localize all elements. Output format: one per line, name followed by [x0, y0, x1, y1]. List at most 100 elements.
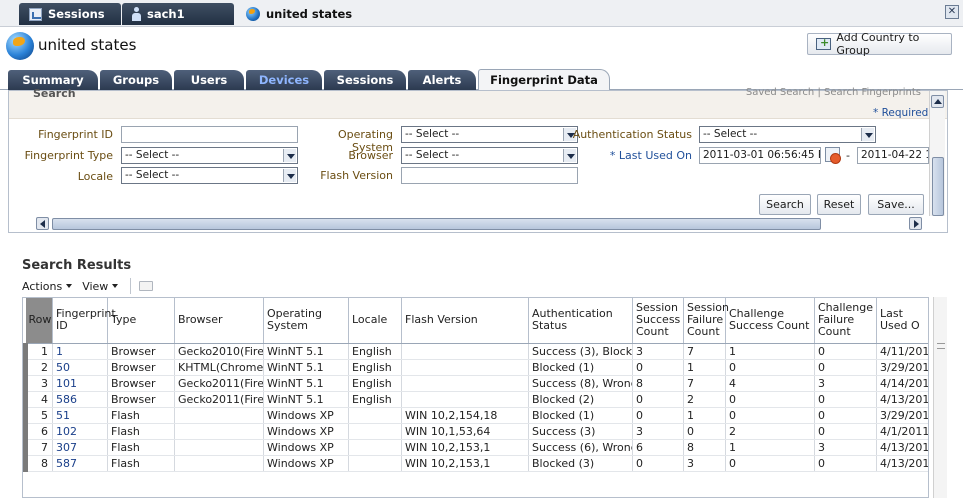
search-panel-horizontal-scrollbar[interactable] [35, 216, 925, 232]
chevron-down-icon [283, 149, 296, 162]
table-row[interactable]: 250BrowserKHTML(Chrome10WinNT 5.1English… [23, 359, 928, 376]
scroll-up-icon[interactable] [931, 95, 944, 108]
date-range-separator: - [846, 149, 850, 162]
column-header[interactable]: Locale [348, 298, 402, 344]
table-row[interactable]: 11BrowserGecko2010(FirefoWinNT 5.1Englis… [23, 343, 928, 360]
tab-alerts[interactable]: Alerts [408, 70, 476, 90]
table-row[interactable]: 8 587 Flash Windows XP WIN 10,2,153,1 Blocked… [23, 455, 928, 472]
flash-version-label: Flash Version [320, 169, 393, 182]
top-tab-country[interactable]: united states [236, 3, 366, 25]
locale-select[interactable]: -- Select -- [121, 167, 298, 184]
table-cell: 0 [814, 391, 877, 408]
table-cell: WinNT 5.1 [263, 375, 349, 392]
search-section-label: Search [33, 87, 76, 100]
top-tab-sessions[interactable]: Sessions [19, 3, 121, 25]
top-tab-user[interactable]: sach1 [122, 3, 234, 25]
tab-sessions[interactable]: Sessions [324, 70, 406, 90]
select-value: -- Select -- [405, 149, 460, 161]
table-cell: 1 [725, 439, 815, 456]
column-header-row[interactable]: Row [25, 298, 53, 344]
fingerprint-id-link[interactable]: 51 [52, 407, 108, 424]
tab-groups[interactable]: Groups [100, 70, 172, 90]
column-header[interactable]: Session Success Count [632, 298, 684, 344]
table-cell [174, 439, 264, 456]
scroll-thumb[interactable] [52, 218, 821, 230]
fingerprint-id-link[interactable]: 307 [52, 439, 108, 456]
actions-menu[interactable]: Actions [22, 280, 73, 293]
folder-icon[interactable] [139, 281, 154, 291]
browser-label: Browser [348, 149, 393, 162]
fingerprint-type-label: Fingerprint Type [24, 149, 113, 162]
authentication-status-select[interactable]: -- Select -- [699, 126, 876, 143]
save-button[interactable]: Save... [868, 194, 924, 215]
scroll-grip[interactable] [937, 343, 945, 349]
last-used-from-input[interactable]: 2011-03-01 06:56:45 PM [699, 147, 821, 164]
locale-label: Locale [77, 170, 113, 183]
table-row[interactable]: 5 51 Flash Windows XP WIN 10,2,154,18 Blocked… [23, 407, 928, 424]
column-header[interactable]: Fingerprint ID [52, 298, 116, 344]
table-cell: Flash [107, 423, 175, 440]
column-header[interactable]: Authentication Status [528, 298, 633, 344]
scroll-left-icon[interactable] [36, 217, 49, 230]
column-header[interactable]: Challenge Failure Count [814, 298, 877, 344]
table-row[interactable]: 4586BrowserGecko2011(FirefoWinNT 5.1Engl… [23, 391, 928, 408]
column-header[interactable]: Operating System [263, 298, 349, 344]
table-cell: 3/29/2011 [876, 407, 928, 424]
select-value: -- Select -- [405, 128, 460, 140]
browser-select[interactable]: -- Select -- [401, 147, 578, 164]
search-links[interactable]: Saved Search | Search Fingerprints [746, 87, 921, 98]
fingerprint-id-link[interactable]: 586 [52, 391, 108, 408]
tab-devices[interactable]: Devices [246, 70, 322, 90]
table-cell: Success (6), Wrong / [528, 439, 633, 456]
search-results-title: Search Results [22, 258, 132, 273]
table-cell: WinNT 5.1 [263, 343, 349, 360]
column-header[interactable]: Session Failure Count [683, 298, 729, 344]
table-row[interactable]: 7 307 Flash Windows XP WIN 10,2,153,1 Success… [23, 439, 928, 456]
calendar-icon[interactable] [825, 147, 841, 164]
table-cell [174, 423, 264, 440]
tab-fingerprint-data[interactable]: Fingerprint Data [478, 69, 610, 90]
search-panel-vertical-scrollbar[interactable] [929, 91, 945, 216]
add-country-to-group-button[interactable]: Add Country to Group [807, 31, 952, 57]
fingerprint-id-link[interactable]: 101 [52, 375, 108, 392]
table-cell: 3 [632, 343, 684, 360]
last-used-to-input[interactable]: 2011-04-22 1 [857, 147, 929, 164]
view-menu[interactable]: View [82, 279, 119, 293]
scroll-right-icon[interactable] [909, 217, 922, 230]
reset-button[interactable]: Reset [817, 194, 861, 215]
fingerprint-id-link[interactable]: 1 [52, 343, 108, 360]
fingerprint-type-select[interactable]: -- Select -- [121, 147, 298, 164]
table-cell [174, 407, 264, 424]
column-header[interactable]: Last Used O [876, 298, 928, 344]
user-icon [132, 7, 141, 21]
chevron-down-icon [861, 128, 874, 141]
chevron-down-icon [283, 169, 296, 182]
fingerprint-id-input[interactable] [121, 126, 298, 143]
table-cell: Browser [107, 359, 175, 376]
fingerprint-id-link[interactable]: 50 [52, 359, 108, 376]
tab-users[interactable]: Users [174, 70, 244, 90]
search-button[interactable]: Search [759, 194, 811, 215]
results-vertical-scrollbar[interactable] [933, 297, 947, 498]
flash-version-input[interactable] [401, 167, 578, 184]
table-cell: Windows XP [263, 407, 349, 424]
view-menu-label: View [82, 279, 109, 293]
table-cell: 1 [683, 407, 726, 424]
row-number: 3 [23, 375, 53, 392]
table-cell: 3 [683, 455, 726, 472]
column-header[interactable]: Browser [174, 298, 264, 344]
column-header[interactable]: Challenge Success Count [725, 298, 815, 344]
table-row[interactable]: 6 102 Flash Windows XP WIN 10,1,53,64 Success… [23, 423, 928, 440]
chevron-down-icon [66, 284, 73, 288]
table-cell: Browser [107, 343, 175, 360]
fingerprint-id-link[interactable]: 102 [52, 423, 108, 440]
close-icon[interactable]: ✕ [945, 5, 959, 19]
table-cell [348, 423, 402, 440]
operating-system-select[interactable]: -- Select -- [401, 126, 578, 143]
column-header[interactable]: Type [107, 298, 175, 344]
column-header[interactable]: Flash Version [401, 298, 529, 344]
scroll-thumb[interactable] [932, 157, 944, 216]
fingerprint-id-link[interactable]: 587 [52, 455, 108, 472]
table-row[interactable]: 3101BrowserGecko2011(FirefoWinNT 5.1Engl… [23, 375, 928, 392]
search-panel-header: Search Saved Search | Search Fingerprint… [9, 87, 947, 119]
